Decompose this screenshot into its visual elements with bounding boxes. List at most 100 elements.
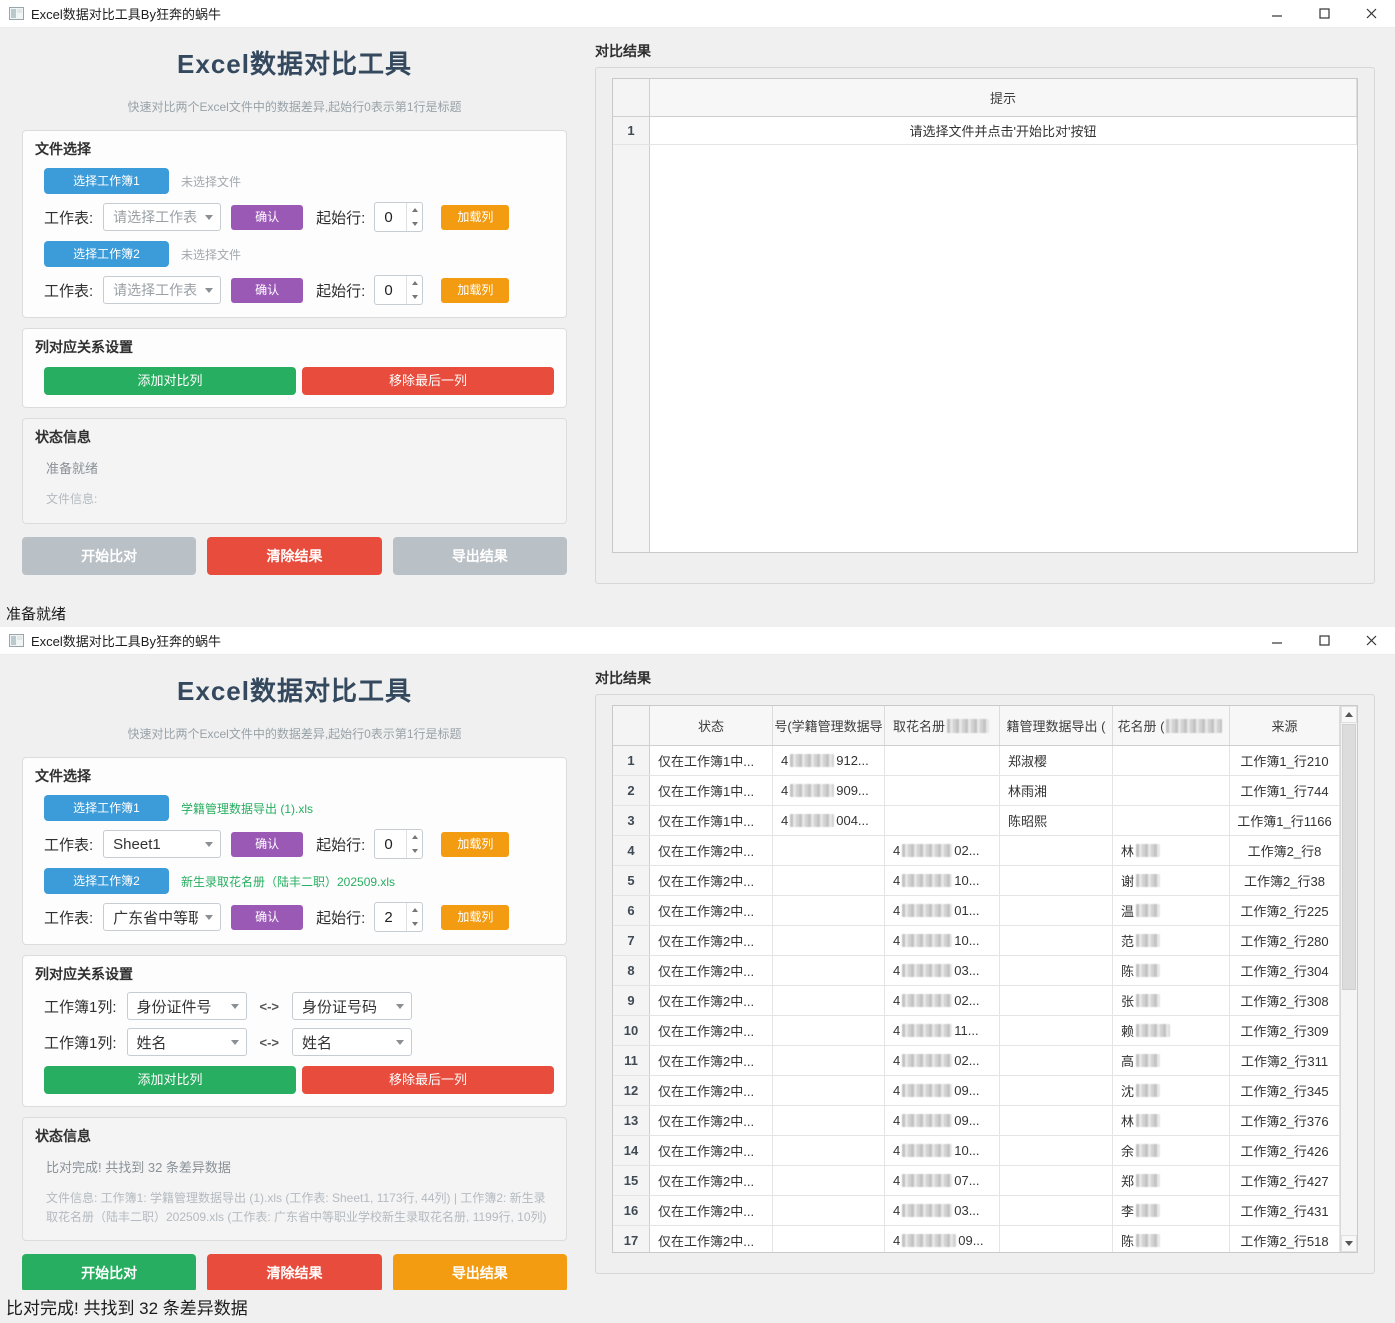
sheet2-label: 工作表: — [44, 280, 93, 301]
select-workbook2-button[interactable]: 选择工作簿2 — [44, 241, 169, 267]
column-header-wb1-name[interactable]: 籍管理数据导出 ( — [1000, 706, 1113, 745]
start-compare-button[interactable]: 开始比对 — [22, 537, 196, 575]
start-compare-button[interactable]: 开始比对 — [22, 1254, 196, 1290]
status-cell: 仅在工作簿2中... — [650, 836, 773, 865]
redacted-blur — [947, 719, 989, 733]
result-row[interactable]: 1 请选择文件并点击'开始比对'按钮 — [613, 117, 1357, 145]
scrollbar-track[interactable] — [1341, 723, 1357, 1235]
select-workbook2-button[interactable]: 选择工作簿2 — [44, 868, 169, 894]
confirm-sheet1-button[interactable]: 确认 — [231, 832, 303, 857]
close-button[interactable] — [1348, 0, 1395, 27]
result-row[interactable]: 7仅在工作簿2中...410...范工作簿2_行280 — [613, 926, 1340, 956]
clear-results-button[interactable]: 清除结果 — [207, 1254, 381, 1290]
status-cell: 仅在工作簿2中... — [650, 866, 773, 895]
column-header-wb1-id[interactable]: 号(学籍管理数据导 — [773, 706, 885, 745]
stepper-down-icon[interactable] — [407, 217, 422, 231]
source-cell: 工作簿2_行38 — [1230, 866, 1340, 895]
stepper-down-icon[interactable] — [407, 844, 422, 858]
load-columns1-button[interactable]: 加载列 — [441, 832, 509, 857]
map2-right-select[interactable]: 姓名 — [292, 1028, 412, 1056]
result-row[interactable]: 12仅在工作簿2中...409...沈工作簿2_行345 — [613, 1076, 1340, 1106]
map2-left-select[interactable]: 姓名 — [127, 1028, 247, 1056]
result-row[interactable]: 13仅在工作簿2中...409...林工作簿2_行376 — [613, 1106, 1340, 1136]
stepper-down-icon[interactable] — [407, 917, 422, 931]
column-header-source[interactable]: 来源 — [1230, 706, 1340, 745]
result-row[interactable]: 17仅在工作簿2中...409...陈工作簿2_行518 — [613, 1226, 1340, 1252]
remove-last-column-button[interactable]: 移除最后一列 — [302, 367, 554, 395]
load-columns2-button[interactable]: 加载列 — [441, 278, 509, 303]
start-row1-stepper[interactable]: 0 — [374, 829, 423, 859]
source-cell: 工作簿2_行309 — [1230, 1016, 1340, 1045]
select-workbook1-button[interactable]: 选择工作簿1 — [44, 795, 169, 821]
column-header-wb2-id[interactable]: 取花名册 — [885, 706, 1000, 745]
status-cell: 仅在工作簿2中... — [650, 1016, 773, 1045]
result-row[interactable]: 16仅在工作簿2中...403...李工作簿2_行431 — [613, 1196, 1340, 1226]
result-row[interactable]: 2仅在工作簿1中...4909...林雨湘工作簿1_行744 — [613, 776, 1340, 806]
column-header-hint[interactable]: 提示 — [650, 79, 1357, 116]
minimize-button[interactable] — [1254, 0, 1301, 27]
result-row[interactable]: 1仅在工作簿1中...4912...郑淑樱工作簿1_行210 — [613, 746, 1340, 776]
export-results-button[interactable]: 导出结果 — [393, 1254, 567, 1290]
start-row1-stepper[interactable]: 0 — [374, 202, 423, 232]
wb2-name-cell: 范 — [1113, 926, 1230, 955]
wb2-id-cell — [885, 746, 1000, 775]
result-row[interactable]: 10仅在工作簿2中...411...赖工作簿2_行309 — [613, 1016, 1340, 1046]
row-number-cell: 13 — [613, 1106, 650, 1135]
stepper-down-icon[interactable] — [407, 290, 422, 304]
sheet2-select[interactable]: 广东省中等职 — [103, 903, 221, 931]
status-cell: 仅在工作簿1中... — [650, 776, 773, 805]
result-row[interactable]: 8仅在工作簿2中...403...陈工作簿2_行304 — [613, 956, 1340, 986]
column-header-status[interactable]: 状态 — [650, 706, 773, 745]
redacted-blur — [902, 844, 952, 857]
result-row[interactable]: 5仅在工作簿2中...410...谢工作簿2_行38 — [613, 866, 1340, 896]
result-row[interactable]: 9仅在工作簿2中...402...张工作簿2_行308 — [613, 986, 1340, 1016]
scroll-down-icon[interactable] — [1341, 1235, 1357, 1252]
add-compare-column-button[interactable]: 添加对比列 — [44, 1066, 296, 1094]
load-columns1-button[interactable]: 加载列 — [441, 205, 509, 230]
clear-results-button[interactable]: 清除结果 — [207, 537, 381, 575]
results-scrollbar[interactable] — [1340, 706, 1357, 1252]
confirm-sheet2-button[interactable]: 确认 — [231, 905, 303, 930]
start-row2-stepper[interactable]: 0 — [374, 275, 423, 305]
scrollbar-thumb[interactable] — [1342, 724, 1356, 990]
export-results-button[interactable]: 导出结果 — [393, 537, 567, 575]
result-row[interactable]: 6仅在工作簿2中...401...温工作簿2_行225 — [613, 896, 1340, 926]
stepper-up-icon[interactable] — [407, 276, 422, 290]
wb1-name-cell — [1000, 926, 1113, 955]
start-row1-label: 起始行: — [316, 207, 365, 228]
result-row[interactable]: 3仅在工作簿1中...4004...陈昭熙工作簿1_行1166 — [613, 806, 1340, 836]
redacted-blur — [902, 994, 952, 1007]
file-selection-panel: 文件选择 选择工作簿1 学籍管理数据导出 (1).xls 工作表: Sheet1… — [22, 757, 567, 945]
stepper-up-icon[interactable] — [407, 903, 422, 917]
result-row[interactable]: 11仅在工作簿2中...402...高工作簿2_行311 — [613, 1046, 1340, 1076]
start-row2-stepper[interactable]: 2 — [374, 902, 423, 932]
confirm-sheet1-button[interactable]: 确认 — [231, 205, 303, 230]
maximize-button[interactable] — [1301, 627, 1348, 654]
remove-last-column-button[interactable]: 移除最后一列 — [302, 1066, 554, 1094]
wb2-name-cell: 李 — [1113, 1196, 1230, 1225]
stepper-up-icon[interactable] — [407, 203, 422, 217]
redacted-blur — [790, 784, 834, 797]
wb1-name-cell — [1000, 1046, 1113, 1075]
result-row[interactable]: 15仅在工作簿2中...407...郑工作簿2_行427 — [613, 1166, 1340, 1196]
sheet1-select[interactable]: Sheet1 — [103, 830, 221, 858]
result-row[interactable]: 4仅在工作簿2中...402...林工作簿2_行8 — [613, 836, 1340, 866]
close-button[interactable] — [1348, 627, 1395, 654]
stepper-up-icon[interactable] — [407, 830, 422, 844]
wb2-id-cell: 403... — [885, 1196, 1000, 1225]
map1-left-select[interactable]: 身份证件号 — [127, 992, 247, 1020]
add-compare-column-button[interactable]: 添加对比列 — [44, 367, 296, 395]
confirm-sheet2-button[interactable]: 确认 — [231, 278, 303, 303]
result-row[interactable]: 14仅在工作簿2中...410...余工作簿2_行426 — [613, 1136, 1340, 1166]
status-cell: 仅在工作簿2中... — [650, 1196, 773, 1225]
sheet1-select[interactable]: 请选择工作表 — [103, 203, 221, 231]
map1-right-select[interactable]: 身份证号码 — [292, 992, 412, 1020]
column-header-wb2-name[interactable]: 花名册 ( — [1113, 706, 1230, 745]
sheet2-label: 工作表: — [44, 907, 93, 928]
maximize-button[interactable] — [1301, 0, 1348, 27]
select-workbook1-button[interactable]: 选择工作簿1 — [44, 168, 169, 194]
minimize-button[interactable] — [1254, 627, 1301, 654]
load-columns2-button[interactable]: 加载列 — [441, 905, 509, 930]
sheet2-select[interactable]: 请选择工作表 — [103, 276, 221, 304]
scroll-up-icon[interactable] — [1341, 706, 1357, 723]
